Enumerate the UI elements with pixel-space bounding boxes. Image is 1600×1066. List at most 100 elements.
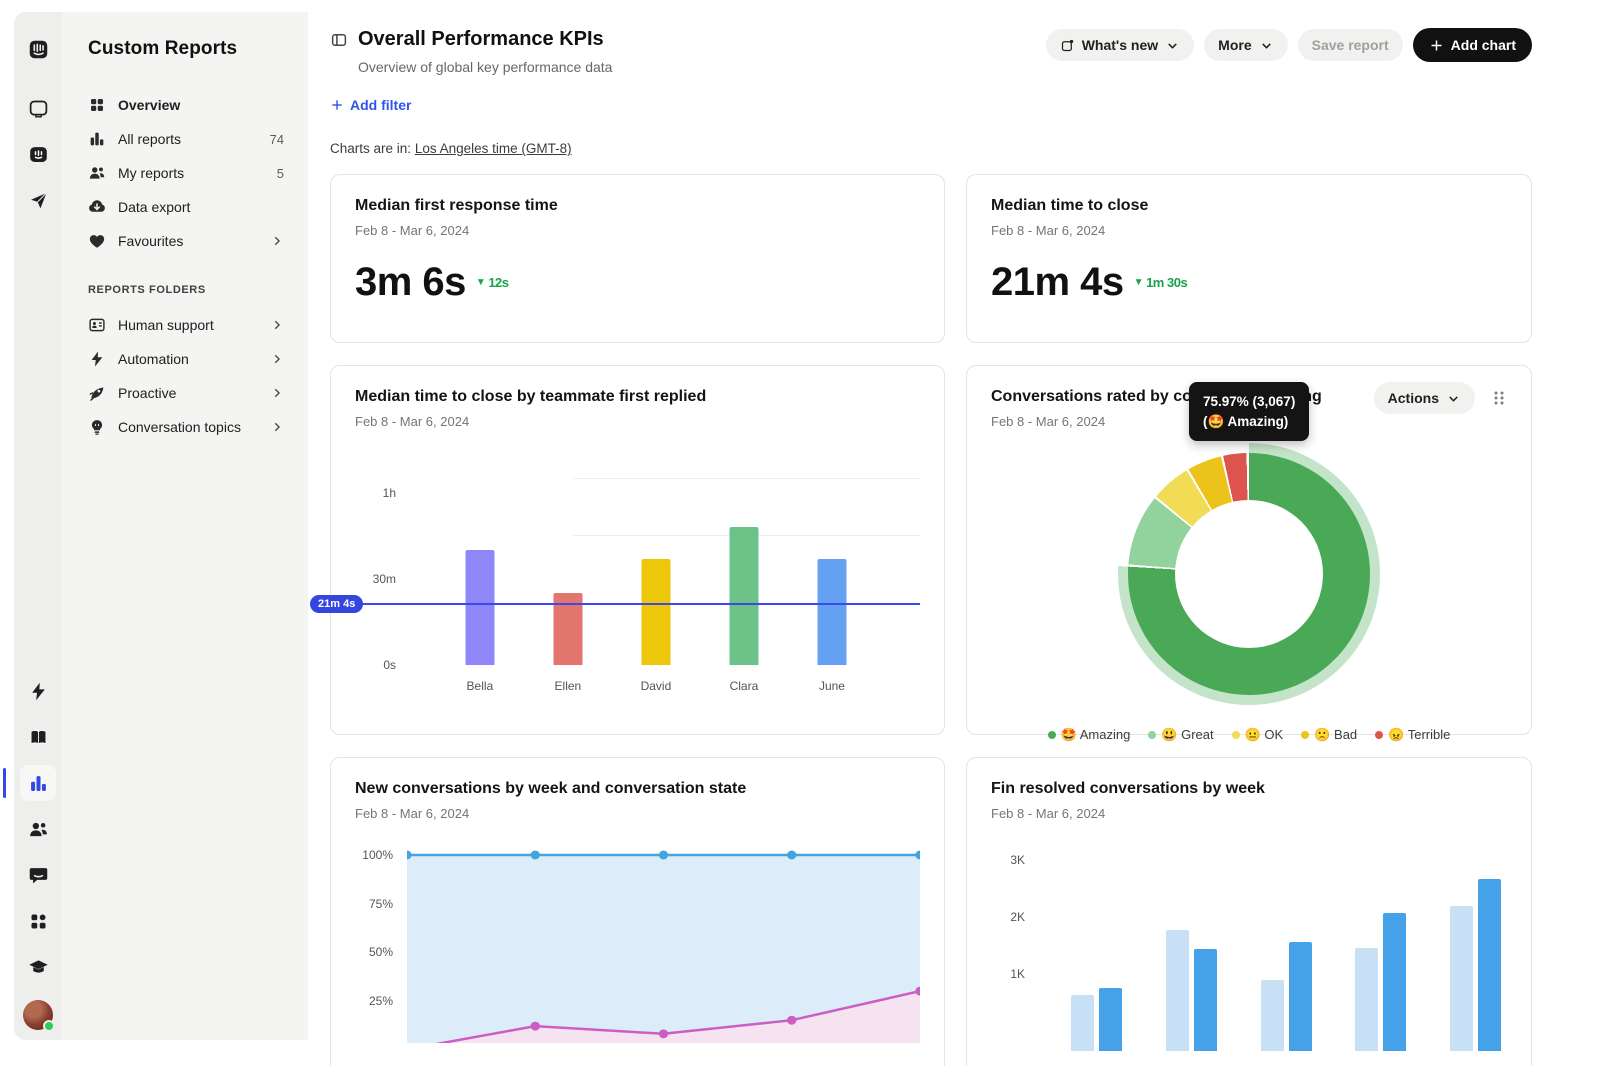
- item-count-badge: 74: [270, 132, 284, 147]
- whats-new-icon: [1060, 38, 1075, 53]
- bar-group-week-3: [1261, 942, 1312, 1051]
- chevron-right-icon: [270, 420, 284, 434]
- donut-chart-card[interactable]: Conversations rated by conversation rati…: [966, 365, 1532, 735]
- bolt-icon[interactable]: [20, 673, 56, 709]
- inbox-icon[interactable]: [20, 90, 56, 126]
- legend-item[interactable]: 🙁 Bad: [1301, 727, 1357, 743]
- bulb-icon: [88, 418, 106, 436]
- sidebar-item-overview[interactable]: Overview: [88, 88, 284, 122]
- grid-icon: [88, 96, 106, 114]
- sidebar-item-all-reports[interactable]: All reports74: [88, 122, 284, 156]
- add-chart-button[interactable]: Add chart: [1413, 28, 1532, 62]
- legend-label: 🤩 Amazing: [1061, 727, 1131, 743]
- trend-down-icon: ▼: [476, 277, 485, 288]
- series-light-bar[interactable]: [1166, 930, 1189, 1051]
- kpi-delta: ▼12s: [476, 275, 509, 290]
- chevron-right-icon: [270, 318, 284, 332]
- series-light-bar[interactable]: [1261, 980, 1284, 1051]
- paper-plane-icon[interactable]: [20, 182, 56, 218]
- chat-icon[interactable]: [20, 857, 56, 893]
- sidebar-item-proactive[interactable]: Proactive: [88, 376, 284, 410]
- bar-bella[interactable]: [465, 550, 494, 665]
- sidebar-item-conversation-topics[interactable]: Conversation topics: [88, 410, 284, 444]
- sidebar-item-label: Proactive: [118, 385, 270, 401]
- people-icon[interactable]: [20, 811, 56, 847]
- plus-icon: [330, 98, 344, 112]
- y-axis-tick: 1K: [1010, 967, 1025, 981]
- card-title: New conversations by week and conversati…: [355, 780, 920, 798]
- x-axis-label: June: [819, 679, 845, 693]
- series-dark-bar[interactable]: [1289, 942, 1312, 1051]
- collapse-panel-icon[interactable]: [330, 31, 348, 49]
- whats-new-button[interactable]: What's new: [1046, 29, 1194, 61]
- legend-item[interactable]: 😐 OK: [1232, 727, 1284, 743]
- main-content: Overall Performance KPIs Overview of glo…: [308, 0, 1600, 1066]
- area-chart-card[interactable]: New conversations by week and conversati…: [330, 757, 945, 1066]
- series-light-bar[interactable]: [1071, 995, 1094, 1051]
- page-title: Overall Performance KPIs: [358, 28, 604, 51]
- area-y-axis: 100%75%50%25%: [355, 847, 407, 1043]
- fin-chart-card[interactable]: Fin resolved conversations by week Feb 8…: [966, 757, 1532, 1066]
- series-light-bar[interactable]: [1355, 948, 1378, 1051]
- bar-group-week-5: [1450, 879, 1501, 1051]
- chevron-down-icon: [1259, 38, 1274, 53]
- legend-item[interactable]: 🤩 Amazing: [1048, 727, 1131, 743]
- rail-bottom-icons: [20, 668, 56, 990]
- card-title: Median first response time: [355, 197, 920, 215]
- graduation-cap-icon[interactable]: [20, 949, 56, 985]
- kpi-card-first-response[interactable]: Median first response time Feb 8 - Mar 6…: [330, 174, 945, 343]
- fin-ai-icon[interactable]: [20, 136, 56, 172]
- bolt-icon: [88, 350, 106, 368]
- legend-item[interactable]: 😠 Terrible: [1375, 727, 1450, 743]
- app-window: Custom Reports OverviewAll reports74My r…: [0, 0, 1600, 1066]
- apps-grid-icon[interactable]: [20, 903, 56, 939]
- chevron-right-icon: [270, 234, 284, 248]
- book-icon[interactable]: [20, 719, 56, 755]
- add-filter-button[interactable]: Add filter: [330, 97, 411, 113]
- timezone-link[interactable]: Los Angeles time (GMT-8): [415, 141, 572, 156]
- series-light-bar[interactable]: [1450, 906, 1473, 1051]
- sidebar-section-header: REPORTS FOLDERS: [88, 284, 284, 296]
- plus-icon: [1429, 38, 1444, 53]
- area-chart-plot: 100%75%50%25%: [355, 847, 920, 1043]
- sidebar-item-favourites[interactable]: Favourites: [88, 224, 284, 258]
- legend-label: 🙁 Bad: [1314, 727, 1357, 743]
- sidebar-item-label: Favourites: [118, 233, 270, 249]
- save-report-button[interactable]: Save report: [1298, 29, 1403, 61]
- card-date-range: Feb 8 - Mar 6, 2024: [355, 223, 920, 238]
- series-dark-bar[interactable]: [1194, 949, 1217, 1051]
- legend-item[interactable]: 😃 Great: [1148, 727, 1213, 743]
- bar-june[interactable]: [817, 559, 846, 665]
- bar-david[interactable]: [641, 559, 670, 665]
- legend-label: 😐 OK: [1245, 727, 1284, 743]
- more-button[interactable]: More: [1204, 29, 1287, 61]
- legend-label: 😠 Terrible: [1388, 727, 1450, 743]
- x-axis-label: David: [641, 679, 672, 693]
- gridline: [573, 478, 920, 479]
- sidebar-item-data-export[interactable]: Data export: [88, 190, 284, 224]
- actions-button[interactable]: Actions: [1374, 382, 1475, 414]
- bar-chart-plot: 0s30m1hBellaEllenDavidClaraJune21m 4s: [410, 473, 920, 665]
- bar-chart-icon[interactable]: [20, 765, 56, 801]
- drag-handle-icon[interactable]: [1491, 390, 1507, 406]
- sidebar-item-label: Automation: [118, 351, 270, 367]
- sidebar-item-automation[interactable]: Automation: [88, 342, 284, 376]
- intercom-logo[interactable]: [20, 31, 56, 67]
- bar-chart-icon: [88, 130, 106, 148]
- sidebar-item-human-support[interactable]: Human support: [88, 308, 284, 342]
- card-title: Median time to close by teammate first r…: [355, 388, 920, 406]
- sidebar-item-my-reports[interactable]: My reports5: [88, 156, 284, 190]
- sidebar-item-label: All reports: [118, 131, 270, 147]
- user-avatar[interactable]: [23, 1000, 53, 1030]
- card-title: Fin resolved conversations by week: [991, 780, 1507, 798]
- series-dark-bar[interactable]: [1383, 913, 1406, 1051]
- card-date-range: Feb 8 - Mar 6, 2024: [355, 414, 920, 429]
- sidebar-item-label: Human support: [118, 317, 270, 333]
- series-dark-bar[interactable]: [1099, 988, 1122, 1051]
- bar-chart-card[interactable]: Median time to close by teammate first r…: [330, 365, 945, 735]
- bar-clara[interactable]: [729, 527, 758, 665]
- series-dark-bar[interactable]: [1478, 879, 1501, 1051]
- kpi-card-time-to-close[interactable]: Median time to close Feb 8 - Mar 6, 2024…: [966, 174, 1532, 343]
- cloud-download-icon: [88, 198, 106, 216]
- x-axis-label: Ellen: [555, 679, 582, 693]
